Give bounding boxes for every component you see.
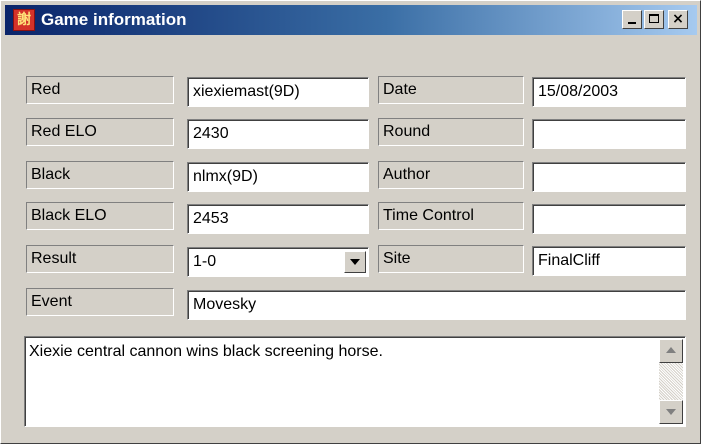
scroll-up-icon [666, 347, 676, 353]
result-dropdown-button[interactable] [344, 251, 366, 273]
result-label: Result [26, 245, 174, 273]
app-icon[interactable]: 謝 [13, 9, 35, 31]
site-field[interactable]: FinalCliff [532, 246, 686, 276]
result-select[interactable]: 1-0 [187, 247, 369, 277]
date-field[interactable]: 15/08/2003 [532, 77, 686, 107]
red-elo-field[interactable]: 2430 [187, 119, 369, 149]
dropdown-arrow-icon [350, 259, 360, 265]
notes-textarea[interactable]: Xiexie central cannon wins black screeni… [24, 336, 686, 427]
red-player-field[interactable]: xiexiemast(9D) [187, 77, 369, 107]
minimize-button[interactable] [622, 10, 642, 29]
black-player-field[interactable]: nlmx(9D) [187, 162, 369, 192]
scroll-up-button[interactable] [659, 339, 683, 363]
black-elo-label: Black ELO [26, 202, 174, 230]
round-label: Round [378, 118, 524, 146]
result-value: 1-0 [193, 253, 217, 270]
close-icon: × [672, 11, 684, 27]
window-title: Game information [41, 10, 187, 29]
black-elo-field[interactable]: 2453 [187, 204, 369, 234]
close-button[interactable]: × [668, 10, 688, 29]
red-elo-label: Red ELO [26, 118, 174, 146]
date-label: Date [378, 76, 524, 104]
maximize-button[interactable] [644, 10, 664, 29]
game-information-window: 謝 Game information × Red xiexiemast(9D) … [0, 0, 701, 444]
author-field[interactable] [532, 162, 686, 192]
notes-text: Xiexie central cannon wins black screeni… [29, 343, 383, 360]
red-label: Red [26, 76, 174, 104]
black-label: Black [26, 161, 174, 189]
title-bar[interactable]: 謝 Game information × [5, 5, 697, 35]
site-label: Site [378, 245, 524, 273]
minimize-icon [628, 22, 636, 24]
event-field[interactable]: Movesky [187, 290, 686, 320]
scroll-down-button[interactable] [659, 400, 683, 424]
event-label: Event [26, 288, 174, 316]
time-control-label: Time Control [378, 202, 524, 230]
notes-scrollbar[interactable] [659, 339, 683, 424]
maximize-icon [649, 14, 659, 23]
round-field[interactable] [532, 119, 686, 149]
author-label: Author [378, 161, 524, 189]
time-control-field[interactable] [532, 204, 686, 234]
scroll-down-icon [666, 409, 676, 415]
